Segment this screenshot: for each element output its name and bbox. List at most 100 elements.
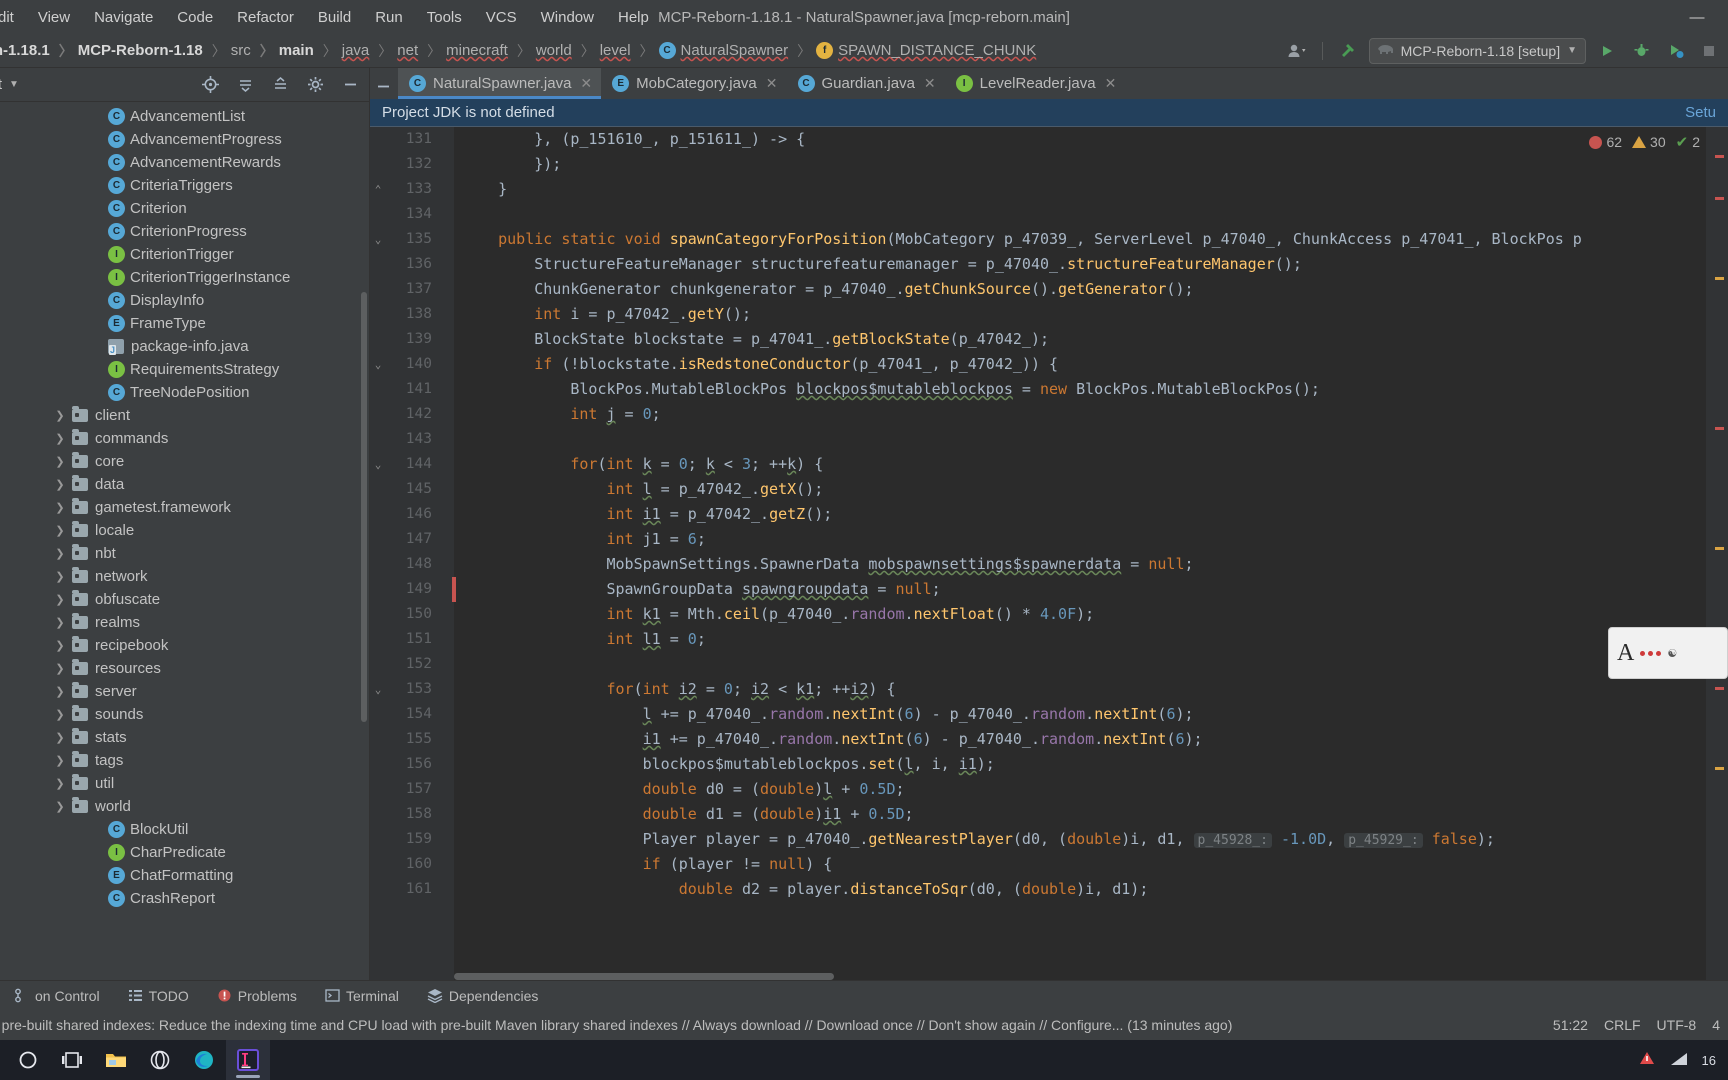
tree-item[interactable]: ❯ commands (0, 427, 369, 450)
debug-button[interactable] (1628, 38, 1654, 64)
tree-item[interactable]: ❯ sounds (0, 703, 369, 726)
breadcrumb-item-minecraft[interactable]: 〉 minecraft (420, 41, 510, 61)
menu-item-window[interactable]: Window (529, 6, 606, 29)
ime-candidate-popup[interactable]: A ☯ (1608, 627, 1728, 679)
tree-item[interactable]: ❯ recipebook (0, 634, 369, 657)
tree-item[interactable]: ❯ locale (0, 519, 369, 542)
chevron-right-icon[interactable]: ❯ (52, 616, 68, 629)
line-number[interactable]: 161 (370, 877, 454, 902)
chevron-right-icon[interactable]: ❯ (52, 777, 68, 790)
tool-window-problems[interactable]: Problems (203, 988, 311, 1004)
inspection-status-widget[interactable]: 62 30 ✔ 2 (1589, 133, 1700, 151)
tree-item[interactable]: C Criterion (0, 197, 369, 220)
breadcrumb-item-src[interactable]: 〉 src (205, 41, 253, 61)
tree-item[interactable]: ❯ client (0, 404, 369, 427)
line-number[interactable]: 156 (370, 752, 454, 777)
hide-editor-icon[interactable] (370, 73, 396, 99)
tree-item[interactable]: ❯ util (0, 772, 369, 795)
file-encoding[interactable]: UTF-8 (1657, 1017, 1697, 1033)
chevron-right-icon[interactable]: ❯ (52, 754, 68, 767)
status-message[interactable]: d pre-built shared indexes: Reduce the i… (0, 1017, 1232, 1033)
editor-horizontal-scrollbar[interactable] (454, 973, 834, 980)
tool-window-todo[interactable]: TODO (114, 988, 203, 1004)
tree-item[interactable]: ❯ core (0, 450, 369, 473)
tree-item[interactable]: ❯ tags (0, 749, 369, 772)
network-icon[interactable] (1670, 1052, 1688, 1069)
chevron-right-icon[interactable]: ❯ (52, 570, 68, 583)
line-number[interactable]: 148 (370, 552, 454, 577)
tree-item[interactable]: C CriterionProgress (0, 220, 369, 243)
notification-action-link[interactable]: Setu (1685, 104, 1716, 121)
code-fold-icon[interactable]: ⌄ (370, 352, 386, 377)
tree-item[interactable]: ❯ server (0, 680, 369, 703)
run-configuration-selector[interactable]: MCP-Reborn-1.18 [setup] ▼ (1368, 37, 1586, 64)
tree-item[interactable]: C AdvancementList (0, 105, 369, 128)
project-file-tree[interactable]: C AdvancementList C AdvancementProgress C Adv… (0, 102, 369, 980)
code-fold-icon[interactable]: ⌄ (370, 227, 386, 252)
tree-item[interactable]: C AdvancementRewards (0, 151, 369, 174)
chevron-right-icon[interactable]: ❯ (52, 409, 68, 422)
line-number[interactable]: 155 (370, 727, 454, 752)
breadcrumb-item-naturalspawner[interactable]: 〉 C NaturalSpawner (633, 41, 791, 61)
stop-button[interactable] (1696, 38, 1722, 64)
breadcrumb-item-level[interactable]: 〉 level (574, 41, 633, 61)
code-fold-icon[interactable]: ⌄ (370, 677, 386, 702)
line-number[interactable]: 149 (370, 577, 454, 602)
error-stripe-marker[interactable] (1715, 687, 1724, 690)
line-number[interactable]: 150 (370, 602, 454, 627)
tree-item[interactable]: I CharPredicate (0, 841, 369, 864)
breadcrumb-item-world[interactable]: 〉 world (510, 41, 574, 61)
line-number[interactable]: 132 (370, 152, 454, 177)
line-number[interactable]: 134 (370, 202, 454, 227)
intellij-idea-icon[interactable] (226, 1040, 270, 1080)
run-button[interactable] (1594, 38, 1620, 64)
line-number[interactable]: 160 (370, 852, 454, 877)
chevron-down-icon[interactable]: ▼ (9, 79, 19, 90)
line-number[interactable]: 152 (370, 652, 454, 677)
close-icon[interactable]: ✕ (766, 75, 778, 92)
line-number[interactable]: 151 (370, 627, 454, 652)
tree-item[interactable]: ❯ data (0, 473, 369, 496)
project-tree-scrollbar[interactable] (361, 292, 367, 722)
tool-window-on-control[interactable]: on Control (0, 988, 114, 1004)
target-locate-icon[interactable] (197, 72, 223, 98)
close-icon[interactable]: ✕ (1105, 75, 1117, 92)
chevron-right-icon[interactable]: ❯ (52, 455, 68, 468)
chevron-right-icon[interactable]: ❯ (52, 478, 68, 491)
menu-item-tools[interactable]: Tools (415, 6, 474, 29)
hide-panel-icon[interactable] (337, 72, 363, 98)
tree-item[interactable]: E FrameType (0, 312, 369, 335)
tree-item[interactable]: C CrashReport (0, 887, 369, 910)
windows-start-icon[interactable] (6, 1040, 50, 1080)
error-stripe-marker[interactable] (1715, 155, 1724, 158)
tree-item[interactable]: I RequirementsStrategy (0, 358, 369, 381)
menu-item-code[interactable]: Code (165, 6, 225, 29)
line-number[interactable]: 139 (370, 327, 454, 352)
caret-position[interactable]: 51:22 (1553, 1017, 1588, 1033)
menu-item-build[interactable]: Build (306, 6, 363, 29)
menu-item-dit[interactable]: dit (0, 6, 26, 29)
indent-size[interactable]: 4 (1712, 1017, 1720, 1033)
breadcrumb-item-rn-1-18-1[interactable]: rn-1.18.1 (0, 42, 52, 59)
code-editor[interactable]: 62 30 ✔ 2 131 132 133 ⌃ 134 135 ⌄ 136 137 138 139 1… (370, 127, 1728, 980)
editor-tab-levelreader-java[interactable]: I LevelReader.java ✕ (945, 68, 1126, 99)
line-number[interactable]: 159 (370, 827, 454, 852)
settings-gear-icon[interactable] (302, 72, 328, 98)
line-number[interactable]: 142 (370, 402, 454, 427)
minimize-button[interactable]: — (1674, 1, 1720, 33)
tree-item[interactable]: E ChatFormatting (0, 864, 369, 887)
menu-item-run[interactable]: Run (363, 6, 415, 29)
code-content[interactable]: }, (p_151610_, p_151611_) -> { }); } pub… (454, 127, 1706, 980)
tool-window-dependencies[interactable]: Dependencies (413, 988, 553, 1004)
opera-browser-icon[interactable] (138, 1040, 182, 1080)
tool-window-terminal[interactable]: Terminal (311, 988, 413, 1004)
line-separator[interactable]: CRLF (1604, 1017, 1641, 1033)
error-stripe-marker[interactable] (1715, 767, 1724, 770)
tree-item[interactable]: C TreeNodePosition (0, 381, 369, 404)
close-icon[interactable]: ✕ (924, 75, 936, 92)
tree-item[interactable]: C DisplayInfo (0, 289, 369, 312)
error-stripe-marker[interactable] (1715, 427, 1724, 430)
menu-item-help[interactable]: Help (606, 6, 661, 29)
tree-item[interactable]: ❯ realms (0, 611, 369, 634)
code-fold-icon[interactable]: ⌃ (370, 177, 386, 202)
